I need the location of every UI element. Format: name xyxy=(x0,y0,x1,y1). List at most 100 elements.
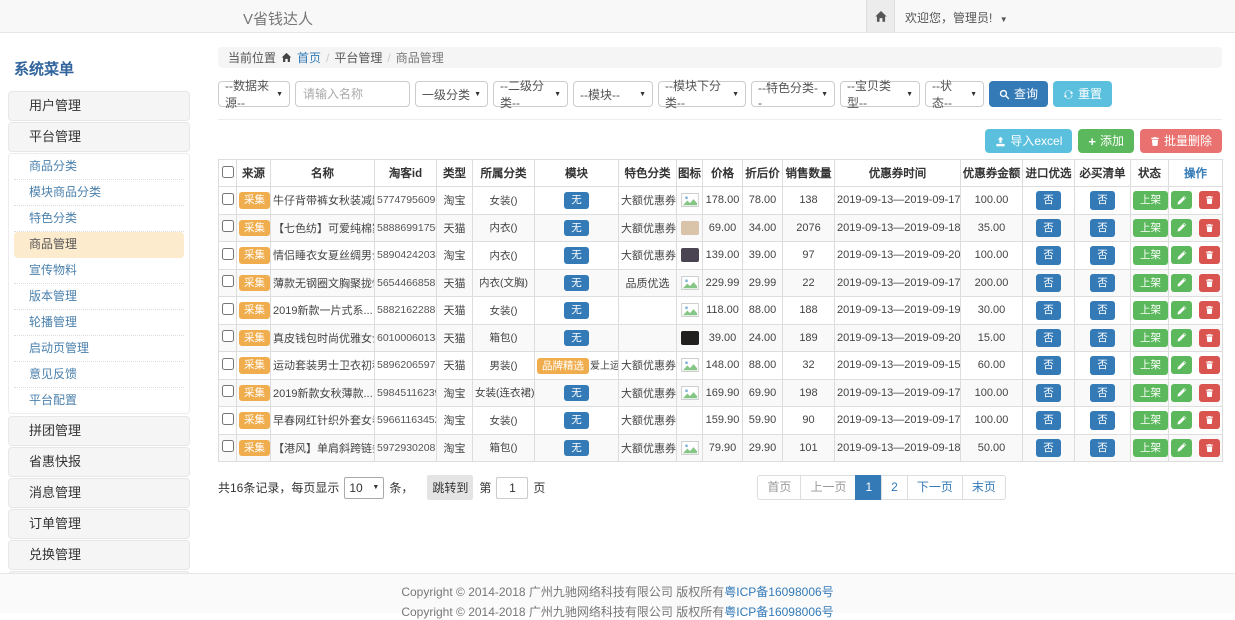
page-button-1[interactable]: 1 xyxy=(855,475,882,499)
status-toggle[interactable]: 上架 xyxy=(1133,329,1168,348)
row-checkbox[interactable] xyxy=(222,358,234,370)
must-buy-toggle[interactable]: 否 xyxy=(1090,274,1115,293)
sidebar-subitem-feature-category[interactable]: 特色分类 xyxy=(14,206,184,232)
row-checkbox[interactable] xyxy=(222,303,234,315)
row-checkbox[interactable] xyxy=(222,440,234,452)
must-buy-toggle[interactable]: 否 xyxy=(1090,219,1115,238)
edit-button[interactable] xyxy=(1171,384,1192,402)
edit-button[interactable] xyxy=(1171,356,1192,374)
must-buy-toggle[interactable]: 否 xyxy=(1090,356,1115,375)
module-subcategory-select[interactable]: --模块下分类--▼ xyxy=(658,81,746,107)
sidebar-item-message-management[interactable]: 消息管理 xyxy=(8,478,190,508)
import-excel-button[interactable]: 导入excel xyxy=(985,129,1072,153)
icp-link[interactable]: 粤ICP备16098006号 xyxy=(724,585,833,599)
import-select-toggle[interactable]: 否 xyxy=(1036,411,1061,430)
home-button[interactable] xyxy=(866,0,895,32)
breadcrumb-home-link[interactable]: 首页 xyxy=(297,49,321,66)
status-toggle[interactable]: 上架 xyxy=(1133,274,1168,293)
import-select-toggle[interactable]: 否 xyxy=(1036,439,1061,458)
edit-button[interactable] xyxy=(1171,439,1192,457)
select-all-checkbox[interactable] xyxy=(222,166,234,178)
delete-button[interactable] xyxy=(1199,191,1220,209)
must-buy-toggle[interactable]: 否 xyxy=(1090,439,1115,458)
sidebar-item-platform-management[interactable]: 平台管理 xyxy=(8,122,190,152)
sidebar-subitem-goods-category[interactable]: 商品分类 xyxy=(14,154,184,180)
import-select-toggle[interactable]: 否 xyxy=(1036,219,1061,238)
sidebar-subitem-feedback[interactable]: 意见反馈 xyxy=(14,362,184,388)
sidebar-subitem-module-goods-category[interactable]: 模块商品分类 xyxy=(14,180,184,206)
delete-button[interactable] xyxy=(1199,219,1220,237)
row-checkbox[interactable] xyxy=(222,220,234,232)
row-checkbox[interactable] xyxy=(222,248,234,260)
import-select-toggle[interactable]: 否 xyxy=(1036,329,1061,348)
delete-button[interactable] xyxy=(1199,246,1220,264)
import-select-toggle[interactable]: 否 xyxy=(1036,274,1061,293)
sidebar-subitem-promo-materials[interactable]: 宣传物料 xyxy=(14,258,184,284)
edit-button[interactable] xyxy=(1171,411,1192,429)
sidebar-item-saving-express[interactable]: 省惠快报 xyxy=(8,447,190,477)
row-checkbox[interactable] xyxy=(222,275,234,287)
edit-button[interactable] xyxy=(1171,191,1192,209)
status-toggle[interactable]: 上架 xyxy=(1133,301,1168,320)
page-button-next[interactable]: 下一页 xyxy=(907,475,963,499)
status-toggle[interactable]: 上架 xyxy=(1133,439,1168,458)
must-buy-toggle[interactable]: 否 xyxy=(1090,384,1115,403)
feature-category-select[interactable]: --特色分类--▼ xyxy=(751,81,835,107)
import-select-toggle[interactable]: 否 xyxy=(1036,191,1061,210)
delete-button[interactable] xyxy=(1199,274,1220,292)
row-checkbox[interactable] xyxy=(222,330,234,342)
status-toggle[interactable]: 上架 xyxy=(1133,411,1168,430)
row-checkbox[interactable] xyxy=(222,193,234,205)
batch-delete-button[interactable]: 批量删除 xyxy=(1140,129,1222,153)
jump-page-input[interactable] xyxy=(496,477,528,499)
delete-button[interactable] xyxy=(1199,301,1220,319)
edit-button[interactable] xyxy=(1171,329,1192,347)
edit-button[interactable] xyxy=(1171,301,1192,319)
sidebar-subitem-splash-page-management[interactable]: 启动页管理 xyxy=(14,336,184,362)
jump-button[interactable]: 跳转到 xyxy=(427,475,473,500)
sidebar-subitem-version-management[interactable]: 版本管理 xyxy=(14,284,184,310)
level2-category-select[interactable]: --二级分类--▼ xyxy=(493,81,568,107)
status-toggle[interactable]: 上架 xyxy=(1133,191,1168,210)
status-toggle[interactable]: 上架 xyxy=(1133,219,1168,238)
status-toggle[interactable]: 上架 xyxy=(1133,356,1168,375)
sidebar-item-order-management[interactable]: 订单管理 xyxy=(8,509,190,539)
sidebar-subitem-platform-config[interactable]: 平台配置 xyxy=(14,388,184,413)
delete-button[interactable] xyxy=(1199,329,1220,347)
row-checkbox[interactable] xyxy=(222,413,234,425)
must-buy-toggle[interactable]: 否 xyxy=(1090,301,1115,320)
edit-button[interactable] xyxy=(1171,219,1192,237)
must-buy-toggle[interactable]: 否 xyxy=(1090,411,1115,430)
sidebar-subitem-carousel-management[interactable]: 轮播管理 xyxy=(14,310,184,336)
breadcrumb-item-platform[interactable]: 平台管理 xyxy=(334,49,382,66)
icp-link[interactable]: 粤ICP备16098006号 xyxy=(724,605,833,619)
sidebar-item-exchange-management[interactable]: 兑换管理 xyxy=(8,540,190,570)
must-buy-toggle[interactable]: 否 xyxy=(1090,329,1115,348)
level1-category-select[interactable]: 一级分类▼ xyxy=(415,81,488,107)
page-button-prev[interactable]: 上一页 xyxy=(800,475,856,499)
per-page-select[interactable]: 10 ▼ xyxy=(344,477,384,499)
import-select-toggle[interactable]: 否 xyxy=(1036,384,1061,403)
name-input[interactable] xyxy=(295,81,410,107)
status-select[interactable]: --状态--▼ xyxy=(925,81,984,107)
must-buy-toggle[interactable]: 否 xyxy=(1090,191,1115,210)
page-button-last[interactable]: 末页 xyxy=(962,475,1006,499)
page-button-first[interactable]: 首页 xyxy=(757,475,801,499)
import-select-toggle[interactable]: 否 xyxy=(1036,301,1061,320)
reset-button[interactable]: 重置 xyxy=(1053,81,1112,107)
edit-button[interactable] xyxy=(1171,274,1192,292)
delete-button[interactable] xyxy=(1199,411,1220,429)
delete-button[interactable] xyxy=(1199,384,1220,402)
sidebar-item-group-buy-management[interactable]: 拼团管理 xyxy=(8,416,190,446)
user-dropdown[interactable]: 欢迎您，管理员! ▼ xyxy=(905,9,1008,26)
status-toggle[interactable]: 上架 xyxy=(1133,246,1168,265)
import-select-toggle[interactable]: 否 xyxy=(1036,246,1061,265)
module-select[interactable]: --模块--▼ xyxy=(573,81,653,107)
import-select-toggle[interactable]: 否 xyxy=(1036,356,1061,375)
item-type-select[interactable]: --宝贝类型--▼ xyxy=(840,81,920,107)
must-buy-toggle[interactable]: 否 xyxy=(1090,246,1115,265)
status-toggle[interactable]: 上架 xyxy=(1133,384,1168,403)
data-source-select[interactable]: --数据来源--▼ xyxy=(218,81,290,107)
delete-button[interactable] xyxy=(1199,356,1220,374)
row-checkbox[interactable] xyxy=(222,385,234,397)
